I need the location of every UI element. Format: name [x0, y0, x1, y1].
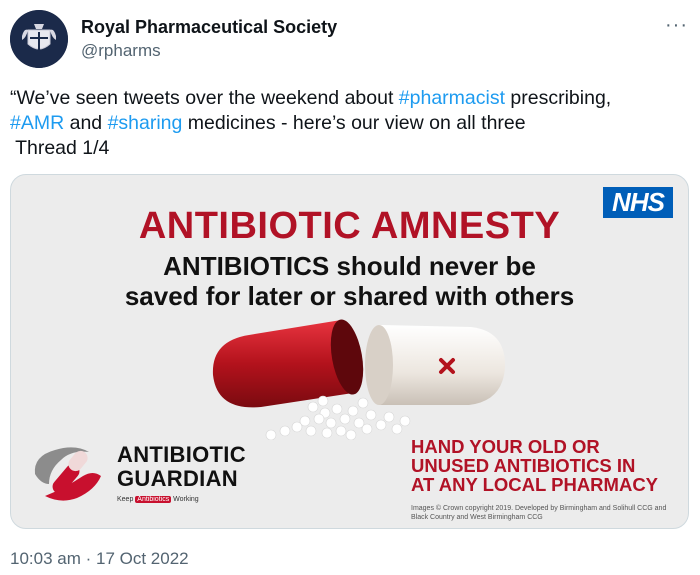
- cta-line-1: HAND YOUR OLD OR: [411, 436, 600, 457]
- tweet-text-segment: medicines - here’s our view on all three: [182, 112, 526, 134]
- more-horizontal-icon[interactable]: ···: [665, 14, 688, 37]
- image-copyright: Images © Crown copyright 2019. Developed…: [411, 505, 667, 521]
- image-subhead-line-2: saved for later or shared with others: [124, 281, 575, 311]
- kaw-text: Working: [171, 496, 199, 503]
- hashtag-pharmacist[interactable]: #pharmacist: [399, 87, 505, 109]
- tweet-image[interactable]: NHS ANTIBIOTIC AMNESTY ANTIBIOTICS shoul…: [10, 174, 689, 529]
- avatar[interactable]: [10, 10, 68, 68]
- crest-icon: [10, 10, 68, 68]
- tweet-text: “We’ve seen tweets over the weekend abou…: [10, 86, 690, 161]
- account-name[interactable]: Royal Pharmaceutical Society: [81, 17, 337, 38]
- capsule-illustration: [212, 319, 506, 440]
- account-handle[interactable]: @rpharms: [81, 41, 161, 61]
- guardian-title-line-1: ANTIBIOTIC: [117, 442, 246, 467]
- tweet-text-segment: and: [64, 112, 108, 134]
- image-subhead-line-1: ANTIBIOTICS should never be: [163, 251, 536, 281]
- kaw-text: Keep: [117, 496, 136, 503]
- tweet-text-segment: “We’ve seen tweets over the weekend abou…: [10, 87, 399, 109]
- tweet-text-segment: prescribing,: [505, 87, 612, 109]
- hashtag-sharing[interactable]: #sharing: [108, 112, 183, 134]
- hashtag-amr[interactable]: #AMR: [10, 112, 64, 134]
- image-call-to-action: HAND YOUR OLD OR UNUSED ANTIBIOTICS IN A…: [411, 437, 686, 494]
- guardian-title-line-2: GUARDIAN: [117, 466, 238, 491]
- cta-line-2: UNUSED ANTIBIOTICS IN: [411, 455, 636, 476]
- tweet-line-3: Thread 1/4: [10, 137, 110, 159]
- cta-line-3: AT ANY LOCAL PHARMACY: [411, 474, 659, 495]
- tweet-timestamp[interactable]: 10:03 am · 17 Oct 2022: [10, 549, 189, 569]
- keep-antibiotics-working-badge: Keep Antibiotics Working: [117, 496, 199, 503]
- antibiotic-guardian-logo: ANTIBIOTIC GUARDIAN Keep Antibiotics Wor…: [31, 440, 281, 510]
- kaw-highlight: Antibiotics: [135, 496, 172, 503]
- image-headline: ANTIBIOTIC AMNESTY: [138, 205, 561, 247]
- tweet-header: Royal Pharmaceutical Society @rpharms ··…: [10, 10, 690, 70]
- guardian-hand-icon: [34, 447, 101, 501]
- tweet-line-1: “We’ve seen tweets over the weekend abou…: [10, 86, 690, 111]
- tweet-line-2: #AMR and #sharing medicines - here’s our…: [10, 111, 690, 136]
